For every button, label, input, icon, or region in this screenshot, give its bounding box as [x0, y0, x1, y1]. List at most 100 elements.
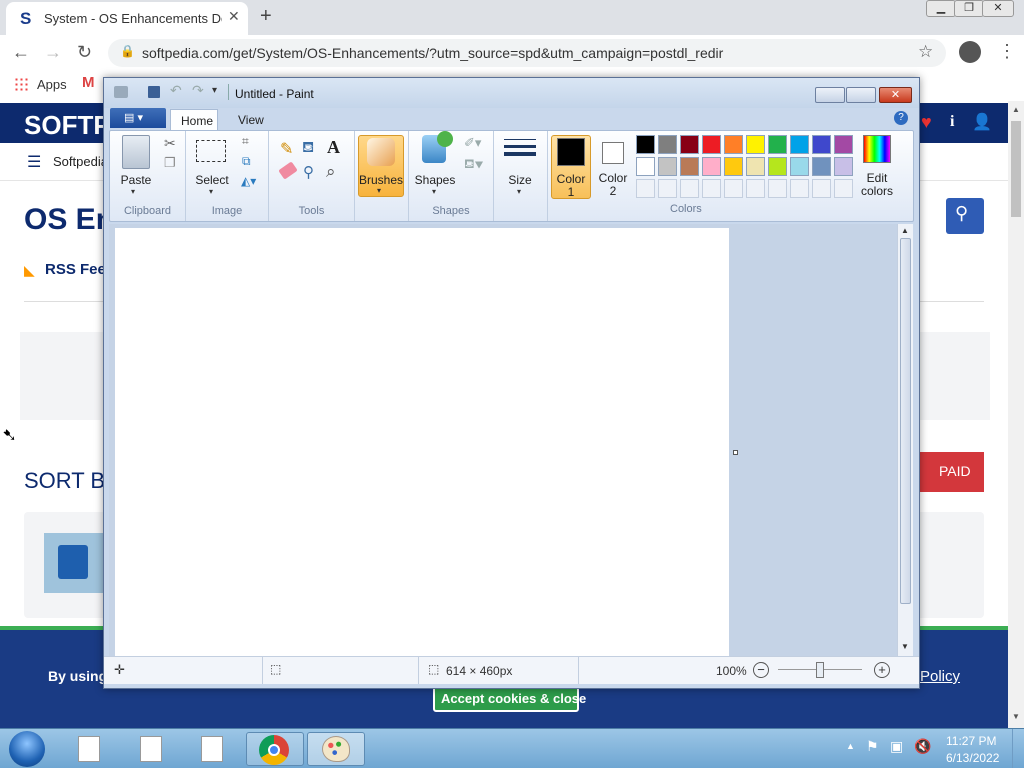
scroll-down-icon[interactable]: ▼	[1012, 712, 1020, 721]
palette-swatch[interactable]	[636, 157, 655, 176]
select-button[interactable]: Select	[190, 173, 234, 187]
taskbar-file-2[interactable]	[124, 732, 182, 766]
canvas-resize-handle[interactable]	[733, 450, 738, 455]
clock-time[interactable]: 11:27 PM	[946, 734, 996, 748]
browser-tab[interactable]: S System - OS Enhancements Dow ✕	[6, 2, 248, 35]
search-button[interactable]: ⚲	[946, 198, 984, 234]
edit-colors-button[interactable]: Edit colors	[859, 135, 899, 199]
palette-swatch[interactable]	[834, 135, 853, 154]
redo-icon[interactable]: ↷	[192, 82, 204, 99]
palette-empty-slot[interactable]	[812, 179, 831, 198]
select-dropdown-icon[interactable]: ▾	[209, 187, 213, 196]
palette-empty-slot[interactable]	[768, 179, 787, 198]
color1-button[interactable]: Color 1	[551, 135, 591, 199]
nav-label[interactable]: Softpedia	[53, 154, 108, 169]
palette-swatch[interactable]	[746, 135, 765, 154]
zoom-slider-thumb[interactable]	[816, 662, 824, 678]
forward-icon[interactable]: →	[44, 42, 62, 63]
drawing-canvas[interactable]	[115, 228, 729, 658]
palette-empty-slot[interactable]	[680, 179, 699, 198]
profile-avatar-icon[interactable]	[959, 41, 981, 63]
zoom-out-icon[interactable]: −	[753, 662, 769, 678]
action-center-flag-icon[interactable]: ⚑	[866, 738, 879, 755]
heart-icon[interactable]: ♥	[921, 112, 932, 133]
text-tool-icon[interactable]: A	[327, 137, 340, 158]
palette-swatch[interactable]	[768, 157, 787, 176]
palette-swatch[interactable]	[812, 135, 831, 154]
paste-button[interactable]: Paste	[114, 173, 158, 187]
help-icon[interactable]: ?	[894, 111, 908, 125]
palette-swatch[interactable]	[680, 135, 699, 154]
zoom-in-icon[interactable]: +	[874, 662, 890, 678]
tab-close-icon[interactable]: ✕	[228, 8, 240, 25]
new-tab-icon[interactable]: +	[260, 5, 272, 28]
paint-file-menu-button[interactable]: ▤ ▾	[110, 108, 166, 128]
shapes-dropdown-icon[interactable]: ▾	[432, 187, 436, 196]
paint-close-button[interactable]: ✕	[879, 87, 912, 103]
apps-bookmark[interactable]: Apps	[37, 77, 67, 92]
taskbar-chrome[interactable]	[246, 732, 304, 766]
close-window-button[interactable]: ✕	[982, 0, 1014, 17]
outline-icon[interactable]: ✐▾	[464, 135, 481, 151]
palette-empty-slot[interactable]	[658, 179, 677, 198]
restore-button[interactable]: ❐	[954, 0, 984, 17]
palette-swatch[interactable]	[790, 157, 809, 176]
save-icon[interactable]	[148, 86, 160, 98]
palette-empty-slot[interactable]	[724, 179, 743, 198]
scroll-up-icon[interactable]: ▲	[1012, 105, 1020, 114]
paint-minimize-button[interactable]	[815, 87, 845, 103]
undo-icon[interactable]: ↶	[170, 82, 182, 99]
menu-kebab-icon[interactable]: ⋮	[998, 41, 1016, 62]
taskbar-file-1[interactable]	[62, 732, 120, 766]
taskbar-paint[interactable]	[307, 732, 365, 766]
canvas-scrollbar[interactable]: ▲ ▼	[897, 224, 913, 656]
size-button[interactable]: Size	[496, 173, 544, 187]
palette-swatch[interactable]	[658, 157, 677, 176]
palette-empty-slot[interactable]	[636, 179, 655, 198]
site-logo[interactable]: SOFTP	[24, 110, 111, 141]
minimize-button[interactable]: ▁	[926, 0, 956, 17]
clock-date[interactable]: 6/13/2022	[946, 751, 999, 765]
tab-home[interactable]: Home	[170, 109, 218, 131]
reload-icon[interactable]: ↻	[77, 42, 92, 63]
magnifier-icon[interactable]: ⌕	[326, 162, 336, 182]
software-icon[interactable]	[44, 533, 104, 593]
palette-swatch[interactable]	[680, 157, 699, 176]
policy-link[interactable]: Policy	[920, 668, 960, 685]
paint-maximize-button[interactable]	[846, 87, 876, 103]
network-icon[interactable]: ▣	[890, 738, 903, 755]
color-picker-icon[interactable]: ⚲	[303, 163, 314, 181]
rotate-icon[interactable]: ◭▾	[241, 174, 256, 188]
palette-swatch[interactable]	[746, 157, 765, 176]
canvas-scroll-up-icon[interactable]: ▲	[901, 226, 909, 235]
size-dropdown-icon[interactable]: ▾	[517, 187, 521, 196]
paste-dropdown-icon[interactable]: ▾	[131, 187, 135, 196]
select-icon[interactable]	[196, 140, 226, 162]
palette-empty-slot[interactable]	[790, 179, 809, 198]
eraser-icon[interactable]	[278, 161, 298, 180]
palette-swatch[interactable]	[790, 135, 809, 154]
brushes-button[interactable]: Brushes ▾	[358, 135, 404, 197]
resize-icon[interactable]: ⧉	[242, 154, 251, 169]
hamburger-icon[interactable]: ☰	[27, 152, 41, 172]
palette-swatch[interactable]	[724, 135, 743, 154]
show-hidden-icons[interactable]: ▲	[846, 741, 855, 751]
start-button[interactable]	[9, 731, 45, 767]
show-desktop-button[interactable]	[1012, 729, 1024, 768]
palette-swatch[interactable]	[702, 157, 721, 176]
paid-filter-button[interactable]: PAID	[920, 452, 984, 492]
page-scrollbar[interactable]: ▲ ▼	[1008, 101, 1024, 728]
bookmark-star-icon[interactable]: ☆	[918, 42, 933, 62]
user-icon[interactable]: 👤	[972, 112, 992, 132]
palette-swatch[interactable]	[768, 135, 787, 154]
gmail-icon[interactable]: M	[82, 74, 95, 91]
canvas-scroll-thumb[interactable]	[900, 238, 911, 604]
address-bar[interactable]: 🔒 softpedia.com/get/System/OS-Enhancemen…	[108, 39, 946, 67]
cut-icon[interactable]: ✂	[164, 135, 176, 152]
tab-view[interactable]: View	[238, 113, 264, 127]
copy-icon[interactable]: ❐	[164, 155, 176, 171]
scroll-thumb[interactable]	[1011, 121, 1021, 217]
fill-icon[interactable]: ⛾▾	[464, 156, 483, 174]
palette-swatch[interactable]	[658, 135, 677, 154]
canvas-scroll-down-icon[interactable]: ▼	[901, 642, 909, 651]
